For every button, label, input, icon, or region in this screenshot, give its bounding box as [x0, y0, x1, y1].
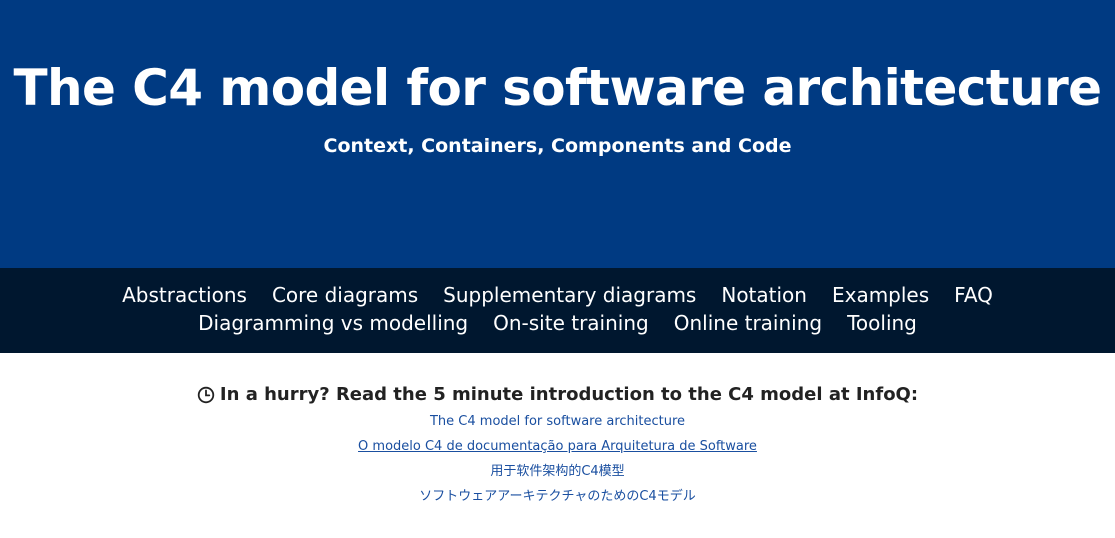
- infoq-link-portuguese-row: O modelo C4 de documentação para Arquite…: [0, 438, 1115, 456]
- nav-link-on-site-training[interactable]: On-site training: [493, 309, 649, 337]
- infoq-link-english[interactable]: The C4 model for software architecture: [430, 414, 685, 429]
- infoq-link-japanese-row: ソフトウェアアーキテクチャのためのC4モデル: [0, 488, 1115, 506]
- infoq-link-japanese[interactable]: ソフトウェアアーキテクチャのためのC4モデル: [419, 489, 695, 504]
- nav-link-online-training[interactable]: Online training: [674, 309, 822, 337]
- nav-link-tooling[interactable]: Tooling: [847, 309, 917, 337]
- nav-link-supplementary-diagrams[interactable]: Supplementary diagrams: [443, 281, 696, 309]
- nav-link-faq[interactable]: FAQ: [954, 281, 993, 309]
- nav-link-notation[interactable]: Notation: [721, 281, 807, 309]
- page-subtitle: Context, Containers, Components and Code: [323, 135, 792, 157]
- infoq-link-chinese[interactable]: 用于软件架构的C4模型: [490, 464, 624, 479]
- page-title: The C4 model for software architecture: [13, 59, 1103, 117]
- nav-row-primary: Abstractions Core diagrams Supplementary…: [0, 281, 1115, 309]
- infoq-link-portuguese[interactable]: O modelo C4 de documentação para Arquite…: [358, 439, 757, 454]
- clock-icon: [197, 386, 215, 404]
- intro-heading: In a hurry? Read the 5 minute introducti…: [0, 382, 1115, 408]
- nav-link-abstractions[interactable]: Abstractions: [122, 281, 247, 309]
- hero-banner: The C4 model for software architecture C…: [0, 0, 1115, 268]
- nav-link-examples[interactable]: Examples: [832, 281, 929, 309]
- nav-link-diagramming-vs-modelling[interactable]: Diagramming vs modelling: [198, 309, 468, 337]
- nav-link-core-diagrams[interactable]: Core diagrams: [272, 281, 418, 309]
- nav-row-secondary: Diagramming vs modelling On-site trainin…: [0, 309, 1115, 337]
- intro-heading-text: In a hurry? Read the 5 minute introducti…: [219, 384, 919, 405]
- infoq-link-english-row: The C4 model for software architecture: [0, 413, 1115, 431]
- infoq-link-chinese-row: 用于软件架构的C4模型: [0, 463, 1115, 481]
